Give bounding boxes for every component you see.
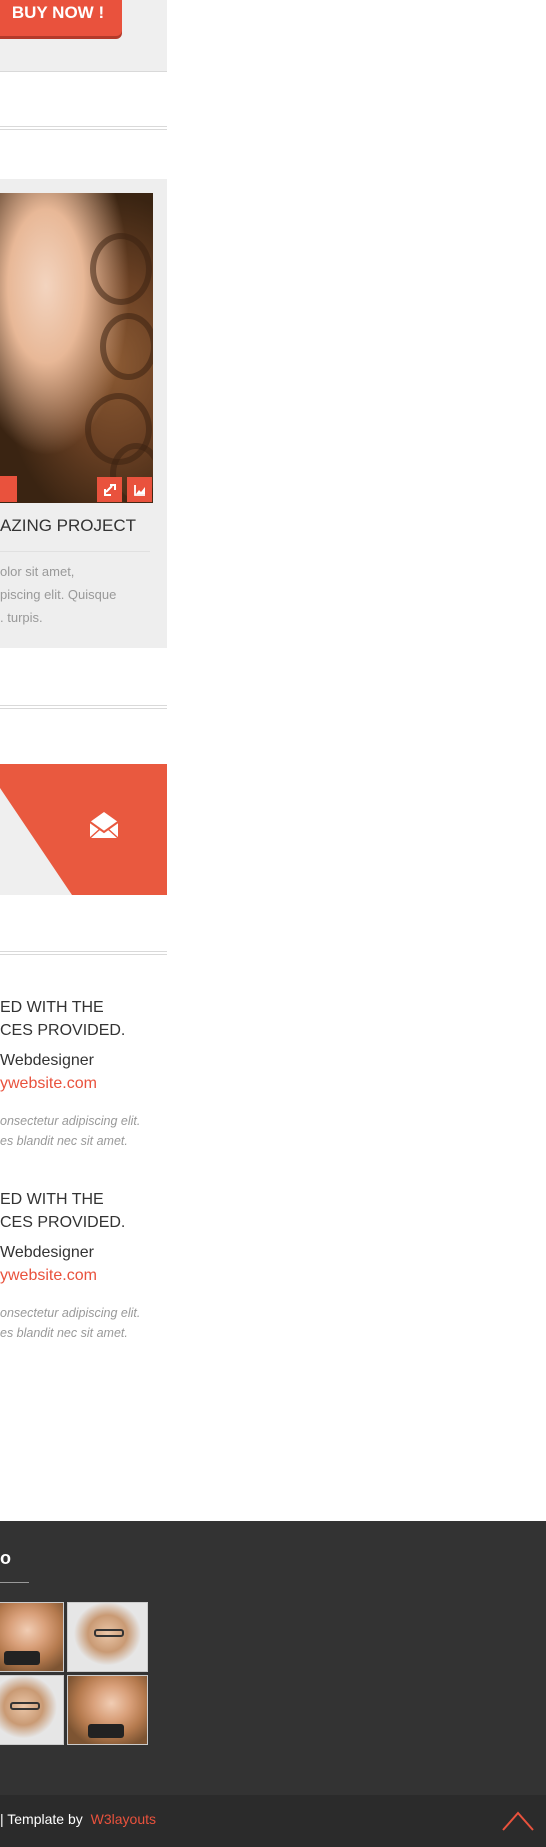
gallery-thumb-woman-camera[interactable]: [67, 1675, 148, 1745]
camera-shape: [4, 1651, 40, 1665]
project-divider: [0, 551, 150, 552]
link-icon[interactable]: [97, 477, 122, 502]
testimonial-role: Webdesigner: [0, 1244, 94, 1261]
w3layouts-link[interactable]: W3layouts: [91, 1811, 156, 1827]
testimonial-heading: ED WITH THE: [0, 999, 104, 1016]
testimonial-heading: CES PROVIDED.: [0, 1214, 126, 1231]
footer: o: [0, 1521, 546, 1795]
testimonial-quote: es blandit nec sit amet.: [0, 1326, 128, 1340]
footer-gallery-title: o: [0, 1548, 11, 1568]
gallery-thumb-woman-camera[interactable]: [0, 1602, 64, 1672]
testimonial-heading: CES PROVIDED.: [0, 1022, 126, 1039]
glasses-shape: [10, 1702, 40, 1710]
photo-caption-tag: [0, 476, 17, 502]
testimonial-heading: ED WITH THE: [0, 1191, 104, 1208]
chart-icon[interactable]: [127, 477, 152, 502]
project-text-line: . turpis.: [0, 610, 43, 625]
envelope-icon: [89, 812, 119, 839]
bottom-bar: | Template by W3layouts: [0, 1795, 546, 1847]
testimonial-quote: onsectetur adipiscing elit.: [0, 1306, 141, 1320]
camera-shape: [88, 1724, 124, 1738]
gallery-thumb-man-glasses[interactable]: [67, 1602, 148, 1672]
glasses-shape: [94, 1629, 124, 1637]
gallery-thumb-man-glasses[interactable]: [0, 1675, 64, 1745]
contact-banner-shape: [0, 788, 72, 895]
project-text-line: olor sit amet,: [0, 564, 75, 579]
project-photo[interactable]: [0, 193, 153, 503]
buy-now-button[interactable]: BUY NOW !: [0, 0, 122, 36]
pricing-column: BUY NOW !: [0, 0, 167, 72]
project-text-line: piscing elit. Quisque: [0, 587, 117, 602]
section-divider: [0, 951, 167, 955]
copyright-label: | Template by: [0, 1811, 83, 1827]
hair-curl: [90, 233, 152, 305]
section-divider: [0, 126, 167, 130]
project-card: AZING PROJECT olor sit amet, piscing eli…: [0, 179, 167, 648]
testimonial-quote: onsectetur adipiscing elit.: [0, 1114, 141, 1128]
project-title: AZING PROJECT: [0, 516, 137, 535]
testimonial-role: Webdesigner: [0, 1052, 94, 1069]
chevron-up-icon[interactable]: [502, 1809, 534, 1831]
contact-banner[interactable]: [0, 764, 167, 895]
copyright-text: | Template by W3layouts: [0, 1811, 156, 1827]
hair-curl: [100, 313, 153, 380]
footer-title-underline: [0, 1582, 29, 1583]
testimonial-website-link[interactable]: ywebsite.com: [0, 1075, 97, 1093]
testimonial-website-link[interactable]: ywebsite.com: [0, 1267, 97, 1285]
testimonial-quote: es blandit nec sit amet.: [0, 1134, 128, 1148]
section-divider: [0, 705, 167, 709]
